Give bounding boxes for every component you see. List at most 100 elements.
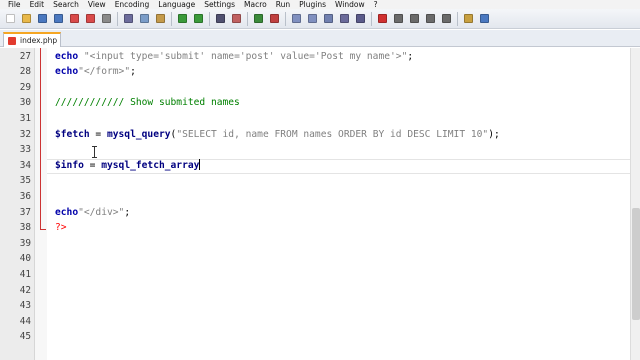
menu-item-file[interactable]: File — [8, 0, 21, 9]
open-file-button[interactable] — [20, 13, 32, 25]
code-editor[interactable]: 27 echo "<input type='submit' name='post'… — [0, 48, 630, 360]
menu-item-search[interactable]: Search — [53, 0, 79, 9]
menu-item-plugins[interactable]: Plugins — [299, 0, 326, 9]
code-token: $info — [55, 159, 84, 171]
code-line[interactable]: 37 echo"</div>"; — [0, 205, 630, 221]
save-all-icon — [53, 14, 63, 23]
open-file-icon — [21, 14, 31, 23]
menu-item-encoding[interactable]: Encoding — [115, 0, 150, 9]
redo-icon — [193, 14, 203, 23]
sync-v-button[interactable] — [290, 13, 302, 25]
line-number: 42 — [19, 284, 31, 296]
code-text: echo "<input type='submit' name='post' v… — [55, 49, 413, 65]
show-all-chars-button[interactable] — [338, 13, 350, 25]
copy-button[interactable] — [138, 13, 150, 25]
redo-button[interactable] — [192, 13, 204, 25]
tab-bar: index.php — [0, 30, 640, 47]
doc-map-button[interactable] — [462, 13, 474, 25]
zoom-in-icon — [253, 14, 263, 23]
sync-h-button[interactable] — [306, 13, 318, 25]
new-file-icon — [5, 14, 15, 23]
menu-item-settings[interactable]: Settings — [204, 0, 235, 9]
code-token: echo — [55, 50, 79, 62]
line-number: 27 — [19, 50, 31, 62]
code-line[interactable]: 31 — [0, 111, 630, 127]
print-button[interactable] — [100, 13, 112, 25]
find-button[interactable] — [214, 13, 226, 25]
menu-item-macro[interactable]: Macro — [244, 0, 267, 9]
new-file-button[interactable] — [4, 13, 16, 25]
code-line[interactable]: 44 — [0, 314, 630, 330]
paste-button[interactable] — [154, 13, 166, 25]
code-text: echo"</div>"; — [55, 205, 130, 221]
line-number: 32 — [19, 128, 31, 140]
save-macro-button[interactable] — [440, 13, 452, 25]
code-token: "</div>" — [78, 206, 125, 218]
undo-icon — [177, 14, 187, 23]
undo-button[interactable] — [176, 13, 188, 25]
line-number: 37 — [19, 206, 31, 218]
code-line[interactable]: 40 — [0, 251, 630, 267]
code-text: $fetch = mysql_query("SELECT id, name FR… — [55, 127, 500, 143]
text-caret — [199, 158, 201, 170]
line-number: 40 — [19, 253, 31, 265]
close-all-button[interactable] — [84, 13, 96, 25]
line-number: 45 — [19, 331, 31, 343]
vertical-scrollbar[interactable] — [630, 48, 640, 360]
zoom-out-button[interactable] — [268, 13, 280, 25]
sync-h-icon — [307, 14, 317, 23]
indent-guide-button[interactable] — [354, 13, 366, 25]
code-line[interactable]: 27 echo "<input type='submit' name='post'… — [0, 49, 630, 65]
zoom-out-icon — [269, 14, 279, 23]
toolbar-separator — [209, 11, 210, 26]
save-all-button[interactable] — [52, 13, 64, 25]
tab-label: index.php — [20, 36, 58, 45]
code-line[interactable]: 43 — [0, 298, 630, 314]
menu-item-edit[interactable]: Edit — [30, 0, 45, 9]
word-wrap-button[interactable] — [322, 13, 334, 25]
code-line[interactable]: 35 — [0, 173, 630, 189]
save-icon — [37, 14, 47, 23]
play-macro-icon — [409, 14, 419, 23]
cut-button[interactable] — [122, 13, 134, 25]
code-line[interactable]: 28 echo"</form>"; — [0, 64, 630, 80]
line-number: 31 — [19, 112, 31, 124]
close-button[interactable] — [68, 13, 80, 25]
record-macro-button[interactable] — [376, 13, 388, 25]
toolbar-separator — [285, 11, 286, 26]
menu-item-run[interactable]: Run — [276, 0, 290, 9]
word-wrap-icon — [323, 14, 333, 23]
stop-macro-button[interactable] — [392, 13, 404, 25]
code-line[interactable]: 38 ?> — [0, 220, 630, 236]
save-button[interactable] — [36, 13, 48, 25]
code-line[interactable]: 34 $info = mysql_fetch_array — [0, 158, 630, 174]
close-all-icon — [85, 14, 95, 23]
show-all-chars-icon — [339, 14, 349, 23]
code-line[interactable]: 29 — [0, 80, 630, 96]
code-token: ); — [488, 128, 500, 140]
code-line[interactable]: 33 — [0, 142, 630, 158]
code-line[interactable]: 39 — [0, 236, 630, 252]
menu-item-view[interactable]: View — [88, 0, 106, 9]
function-list-button[interactable] — [478, 13, 490, 25]
code-line[interactable]: 45 — [0, 329, 630, 345]
menu-item-help[interactable]: ? — [374, 0, 378, 9]
code-token: echo — [55, 206, 79, 218]
replace-button[interactable] — [230, 13, 242, 25]
code-token: "</form>" — [78, 66, 131, 78]
code-line[interactable]: 42 — [0, 283, 630, 299]
zoom-in-button[interactable] — [252, 13, 264, 25]
code-line[interactable]: 30 //////////// Show submited names — [0, 95, 630, 111]
code-token: //////////// Show submited names — [55, 97, 240, 109]
replace-icon — [231, 14, 241, 23]
code-text: $info = mysql_fetch_array — [55, 158, 201, 174]
menu-item-language[interactable]: Language — [158, 0, 195, 9]
code-line[interactable]: 32 $fetch = mysql_query("SELECT id, name … — [0, 127, 630, 143]
play-macro-button[interactable] — [408, 13, 420, 25]
menu-item-window[interactable]: Window — [335, 0, 365, 9]
tab-index-php[interactable]: index.php — [3, 32, 61, 47]
code-line[interactable]: 41 — [0, 267, 630, 283]
play-multiple-button[interactable] — [424, 13, 436, 25]
code-line[interactable]: 36 — [0, 189, 630, 205]
scrollbar-thumb[interactable] — [632, 208, 640, 320]
